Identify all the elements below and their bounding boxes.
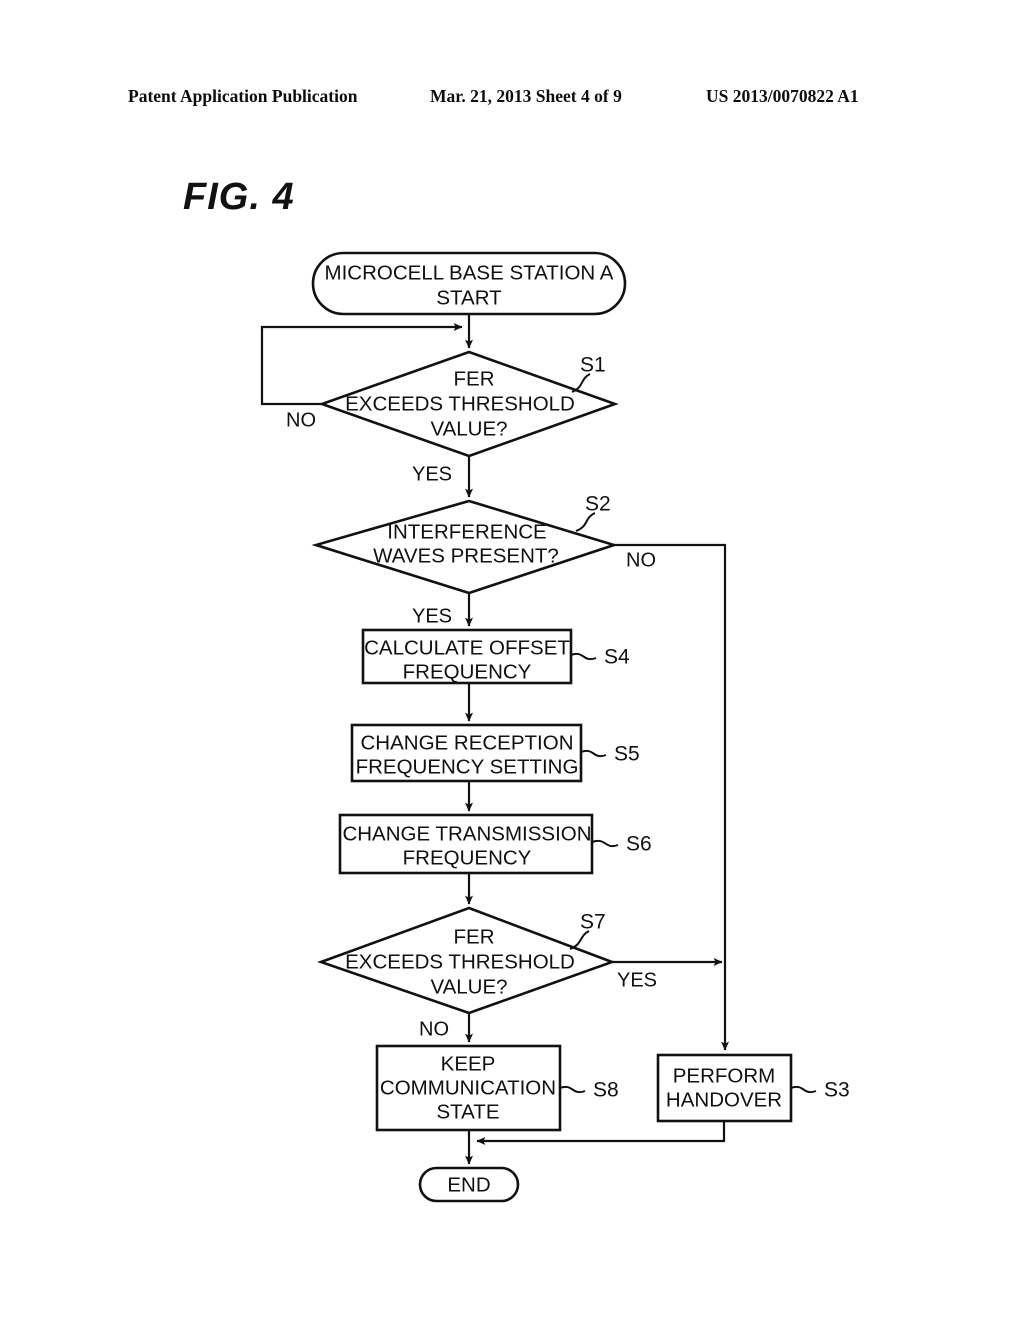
node-s8: KEEP COMMUNICATION STATE (375, 1044, 562, 1132)
node-s6: CHANGE TRANSMISSION FREQUENCY (338, 813, 594, 875)
node-end: END (418, 1166, 520, 1203)
node-s5-line1: CHANGE RECEPTION (361, 731, 574, 754)
step-label-s5: S5 (614, 743, 640, 766)
step-label-s8: S8 (593, 1079, 619, 1102)
node-s8-line1: KEEP (441, 1052, 496, 1075)
edge-label-s1-no: NO (286, 409, 316, 431)
node-s6-line1: CHANGE TRANSMISSION (342, 822, 591, 845)
step-label-s7: S7 (580, 911, 606, 934)
patent-page: Patent Application Publication Mar. 21, … (0, 0, 1024, 1320)
node-start: MICROCELL BASE STATION A START (311, 251, 627, 316)
node-s4-line2: FREQUENCY (403, 660, 532, 683)
edge-label-s7-no: NO (419, 1018, 449, 1040)
node-s2-line2: WAVES PRESENT? (373, 544, 559, 567)
step-label-s3: S3 (824, 1079, 850, 1102)
node-s8-line2: COMMUNICATION (380, 1076, 556, 1099)
node-s4: CALCULATE OFFSET FREQUENCY (361, 628, 573, 685)
node-s8-line3: STATE (436, 1100, 499, 1123)
node-s3: PERFORM HANDOVER (656, 1053, 793, 1123)
step-label-s1: S1 (580, 354, 606, 377)
node-s7-line1: FER (454, 925, 495, 948)
leader-s3 (790, 1085, 817, 1094)
step-label-s2: S2 (585, 493, 611, 516)
node-s1-line3: VALUE? (430, 417, 507, 440)
node-s1-line2: EXCEEDS THRESHOLD (345, 392, 575, 415)
step-label-s6: S6 (626, 833, 652, 856)
node-end-line1: END (447, 1173, 490, 1196)
leader-s6 (591, 839, 619, 848)
node-s1-line1: FER (454, 367, 495, 390)
node-s3-line2: HANDOVER (666, 1088, 782, 1111)
node-s7: FER EXCEEDS THRESHOLD VALUE? (317, 906, 616, 1015)
node-s5: CHANGE RECEPTION FREQUENCY SETTING (350, 723, 583, 783)
node-s7-line2: EXCEEDS THRESHOLD (345, 950, 575, 973)
node-s2: INTERFERENCE WAVES PRESENT? (311, 499, 619, 595)
node-s7-line3: VALUE? (430, 975, 507, 998)
leader-s8 (559, 1085, 586, 1094)
step-label-s4: S4 (604, 646, 630, 669)
leader-s4 (570, 652, 597, 661)
node-start-line1: MICROCELL BASE STATION A (325, 261, 614, 284)
node-s2-line1: INTERFERENCE (387, 520, 546, 543)
leader-s2 (575, 512, 596, 532)
node-s1: FER EXCEEDS THRESHOLD VALUE? (318, 350, 619, 458)
edge-label-s2-no: NO (626, 549, 656, 571)
edge-label-s1-yes: YES (412, 463, 452, 485)
edge-label-s2-yes: YES (412, 605, 452, 627)
node-s4-line1: CALCULATE OFFSET (364, 636, 570, 659)
flowchart-diagram: MICROCELL BASE STATION A START FER EXCEE… (260, 251, 850, 1203)
node-s6-line2: FREQUENCY (403, 846, 532, 869)
edge-label-s7-yes: YES (617, 969, 657, 991)
node-start-line2: START (436, 286, 502, 309)
leader-s5 (580, 749, 607, 758)
node-s3-line1: PERFORM (673, 1064, 776, 1087)
node-s5-line2: FREQUENCY SETTING (356, 755, 579, 778)
